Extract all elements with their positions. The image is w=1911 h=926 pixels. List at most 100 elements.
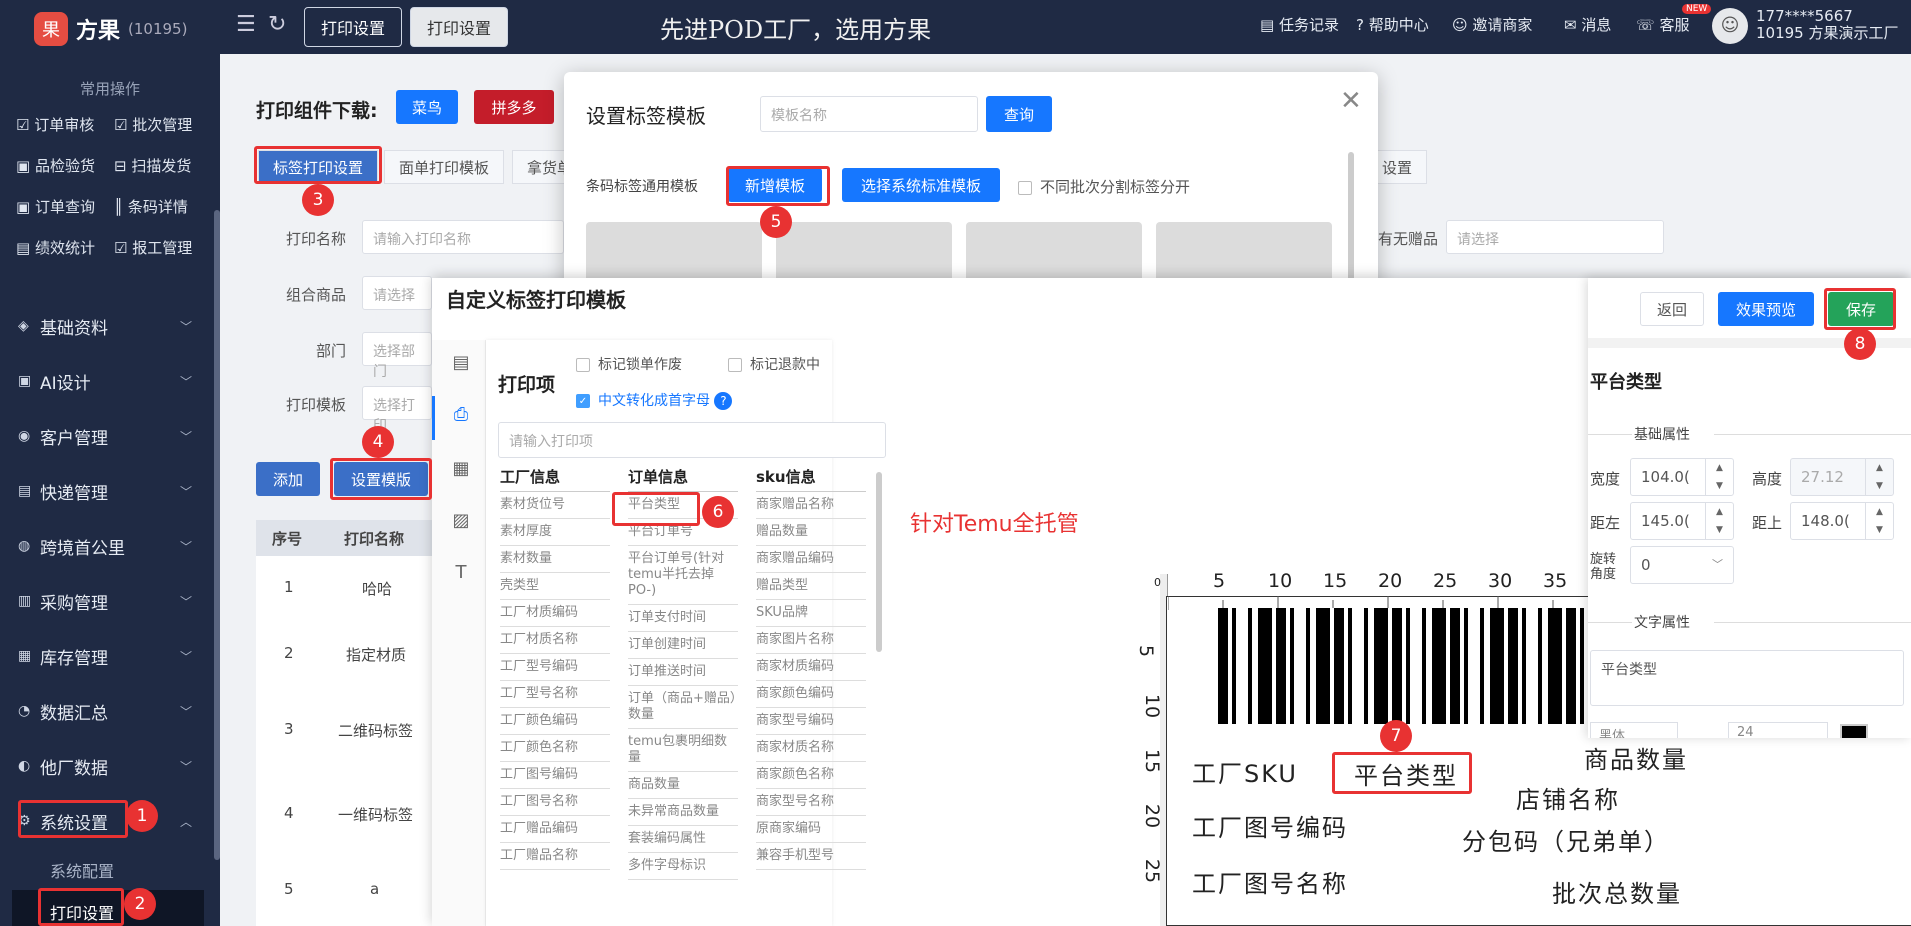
- menu-inventory[interactable]: ▦ 库存管理 ﹀: [18, 638, 198, 674]
- quick-performance[interactable]: ▤ 绩效统计: [16, 237, 114, 258]
- submenu-system-config[interactable]: 系统配置: [50, 858, 114, 882]
- print-item[interactable]: 商家颜色名称: [756, 762, 866, 789]
- quick-quality-check[interactable]: ▣ 品检验货: [16, 155, 114, 176]
- canvas-goods-count[interactable]: 商品数量: [1584, 740, 1688, 775]
- stepper-icon[interactable]: ▲ ▼: [1705, 503, 1733, 539]
- quick-work-report[interactable]: ☑ 报工管理: [114, 237, 212, 258]
- initial-letter-checkbox[interactable]: ✓ 中文转化成首字母 ?: [576, 390, 733, 410]
- canvas-shop-name[interactable]: 店铺名称: [1516, 780, 1620, 815]
- text-tool-icon[interactable]: T: [448, 562, 474, 588]
- stepper-icon[interactable]: ▲ ▼: [1865, 503, 1893, 539]
- avatar[interactable]: ☺: [1712, 8, 1748, 44]
- combo-goods-select[interactable]: 请选择: [362, 276, 432, 310]
- barcode-image[interactable]: [1218, 608, 1648, 724]
- print-item[interactable]: 工厂颜色名称: [500, 735, 610, 762]
- refresh-icon[interactable]: ↻: [268, 12, 286, 37]
- cainiao-button[interactable]: 菜鸟: [396, 90, 458, 124]
- print-item[interactable]: 工厂颜色编码: [500, 708, 610, 735]
- print-item[interactable]: 工厂型号编码: [500, 654, 610, 681]
- top-input[interactable]: 148.0(▲ ▼: [1790, 502, 1894, 540]
- qrcode-tool-icon[interactable]: ▦: [448, 458, 474, 484]
- print-item[interactable]: 订单创建时间: [628, 632, 738, 659]
- print-item[interactable]: 商家赠品编码: [756, 546, 866, 573]
- print-item[interactable]: 套装编码属性: [628, 826, 738, 853]
- print-item[interactable]: 商家型号名称: [756, 789, 866, 816]
- stepper-icon[interactable]: ▲ ▼: [1705, 459, 1733, 495]
- height-input[interactable]: 27.12 ▲ ▼: [1790, 458, 1894, 496]
- query-button[interactable]: 查询: [986, 96, 1052, 132]
- app-logo[interactable]: 果 方果 (10195): [34, 12, 187, 46]
- menu-other-factory[interactable]: ◐ 他厂数据 ﹀: [18, 748, 198, 784]
- print-item[interactable]: 赠品数量: [756, 519, 866, 546]
- menu-customer[interactable]: ◉ 客户管理 ﹀: [18, 418, 198, 454]
- print-items-scrollbar[interactable]: [876, 472, 882, 652]
- print-item[interactable]: 原商家编码: [756, 816, 866, 843]
- print-item[interactable]: 工厂赠品名称: [500, 843, 610, 870]
- width-input[interactable]: 104.0(▲ ▼: [1630, 458, 1734, 496]
- quick-order-review[interactable]: ☑ 订单审核: [16, 114, 114, 135]
- print-item[interactable]: 多件字母标识: [628, 853, 738, 880]
- menu-basic-data[interactable]: ◈ 基础资料 ﹀: [18, 308, 198, 344]
- quick-batch-manage[interactable]: ☑ 批次管理: [114, 114, 212, 135]
- help-icon[interactable]: ?: [714, 392, 733, 410]
- print-item[interactable]: 工厂材质名称: [500, 627, 610, 654]
- menu-data-summary[interactable]: ◔ 数据汇总 ﹀: [18, 693, 198, 729]
- menu-toggle-icon[interactable]: ☰: [236, 12, 256, 37]
- print-item[interactable]: 商家图片名称: [756, 627, 866, 654]
- printer-tool-icon[interactable]: ⎙: [448, 404, 474, 430]
- menu-express[interactable]: ▤ 快递管理 ﹀: [18, 473, 198, 509]
- print-item[interactable]: 订单支付时间: [628, 605, 738, 632]
- print-item[interactable]: 订单（商品+赠品）数量: [628, 686, 738, 729]
- print-name-input[interactable]: 请输入打印名称: [362, 220, 564, 254]
- print-item[interactable]: 商家赠品名称: [756, 492, 866, 519]
- print-item[interactable]: 平台订单号(针对temu半托去掉PO-): [628, 546, 738, 605]
- menu-cross-border[interactable]: ◍ 跨境首公里 ﹀: [18, 528, 198, 564]
- font-color-picker[interactable]: [1840, 724, 1868, 738]
- department-select[interactable]: 选择部门: [362, 332, 432, 380]
- left-input[interactable]: 145.0(▲ ▼: [1630, 502, 1734, 540]
- menu-purchase[interactable]: ▥ 采购管理 ﹀: [18, 583, 198, 619]
- user-info[interactable]: 177****5667 10195 方果演示工厂: [1756, 8, 1899, 42]
- rotate-select[interactable]: 0 ﹀: [1630, 546, 1734, 584]
- help-center-link[interactable]: ? 帮助中心: [1356, 14, 1429, 35]
- print-item[interactable]: temu包裹明细数量: [628, 729, 738, 772]
- print-item[interactable]: 素材数量: [500, 546, 610, 573]
- tab-print-settings-2[interactable]: 打印设置: [410, 7, 508, 47]
- print-item[interactable]: 工厂赠品编码: [500, 816, 610, 843]
- back-button[interactable]: 返回: [1640, 292, 1704, 326]
- print-item[interactable]: 订单推送时间: [628, 659, 738, 686]
- print-item[interactable]: 兼容手机型号: [756, 843, 866, 870]
- print-item[interactable]: SKU品牌: [756, 600, 866, 627]
- canvas-factory-figure-code[interactable]: 工厂图号编码: [1192, 808, 1348, 843]
- messages-link[interactable]: ✉ 消息: [1564, 14, 1611, 35]
- preview-button[interactable]: 效果预览: [1718, 292, 1814, 326]
- system-template-button[interactable]: 选择系统标准模板: [842, 168, 1000, 202]
- quick-barcode-detail[interactable]: ║ 条码详情: [114, 196, 212, 217]
- print-item[interactable]: 工厂材质编码: [500, 600, 610, 627]
- canvas-factory-sku[interactable]: 工厂SKU: [1192, 754, 1298, 789]
- quick-order-query[interactable]: ▣ 订单查询: [16, 196, 114, 217]
- print-item[interactable]: 商家颜色编码: [756, 681, 866, 708]
- print-item[interactable]: 工厂图号编码: [500, 762, 610, 789]
- font-family-select[interactable]: 黑体: [1590, 722, 1678, 738]
- split-batch-checkbox[interactable]: 不同批次分割标签分开: [1018, 176, 1190, 197]
- print-item[interactable]: 未异常商品数量: [628, 799, 738, 826]
- template-name-input[interactable]: 模板名称: [760, 96, 978, 132]
- print-template-select[interactable]: 选择打印: [362, 386, 432, 434]
- print-item[interactable]: 壳类型: [500, 573, 610, 600]
- tab-waybill-print[interactable]: 面单打印模板: [384, 150, 505, 184]
- print-item[interactable]: 赠品类型: [756, 573, 866, 600]
- print-item[interactable]: 素材货位号: [500, 492, 610, 519]
- lock-order-checkbox[interactable]: 标记锁单作废: [576, 354, 682, 374]
- print-item-search-input[interactable]: 请输入打印项: [498, 422, 886, 458]
- close-icon[interactable]: ✕: [1340, 86, 1362, 116]
- add-button[interactable]: 添加: [256, 462, 320, 496]
- canvas-sub-package-code[interactable]: 分包码（兄弟单）: [1462, 822, 1670, 857]
- stepper-icon[interactable]: ▲ ▼: [1865, 459, 1893, 495]
- refund-checkbox[interactable]: 标记退款中: [728, 354, 820, 374]
- print-item[interactable]: 商品数量: [628, 772, 738, 799]
- menu-ai-design[interactable]: ▣ AI设计 ﹀: [18, 363, 198, 399]
- tab-print-settings-1[interactable]: 打印设置: [304, 7, 402, 47]
- print-item[interactable]: 商家材质编码: [756, 654, 866, 681]
- print-item[interactable]: 工厂图号名称: [500, 789, 610, 816]
